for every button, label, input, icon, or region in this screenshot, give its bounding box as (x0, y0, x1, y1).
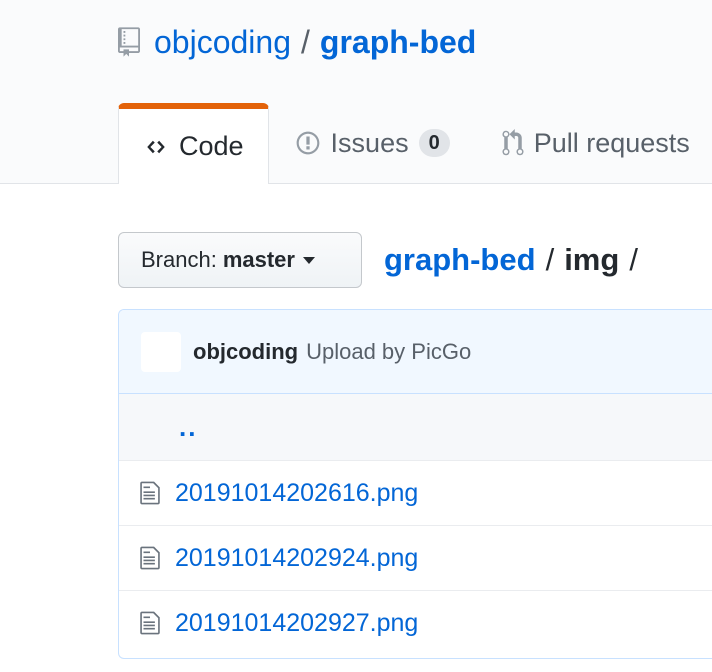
breadcrumb-current: img (564, 242, 620, 277)
parent-directory-link[interactable]: .. (179, 412, 197, 443)
breadcrumb: graph-bed / img / (384, 236, 648, 284)
parent-directory-row: .. (119, 394, 712, 460)
caret-down-icon (302, 256, 315, 264)
branch-name: master (222, 247, 295, 272)
file-icon (139, 609, 163, 637)
tab-pull-requests-label: Pull requests (533, 127, 690, 158)
repo-header: objcoding / graph-bed Code Issues 0 Pull… (0, 0, 712, 184)
tab-pull-requests[interactable]: Pull requests (476, 103, 712, 183)
repo-nav-tabs: Code Issues 0 Pull requests (118, 103, 712, 184)
table-row: 20191014202616.png (119, 460, 712, 525)
file-icon (139, 479, 163, 507)
tab-issues-label: Issues (330, 127, 409, 158)
repo-icon (118, 26, 142, 58)
breadcrumb-trailing-separator: / (629, 242, 638, 277)
issue-opened-icon (295, 130, 321, 156)
breadcrumb-separator: / (545, 242, 555, 277)
git-pull-request-icon (502, 129, 524, 157)
file-list: objcoding Upload by PicGo .. 20191014202… (118, 309, 712, 659)
commit-author-link[interactable]: objcoding (193, 339, 298, 365)
file-link[interactable]: 20191014202924.png (175, 544, 418, 573)
repo-name-link[interactable]: graph-bed (320, 24, 476, 61)
breadcrumb-root-link[interactable]: graph-bed (384, 242, 536, 278)
tab-code-label: Code (179, 131, 244, 161)
file-link[interactable]: 20191014202616.png (175, 479, 418, 508)
table-row: 20191014202927.png (119, 590, 712, 655)
issues-count-badge: 0 (418, 129, 450, 157)
branch-label: Branch: (141, 247, 217, 272)
commit-message[interactable]: Upload by PicGo (306, 339, 471, 365)
tab-code[interactable]: Code (118, 103, 269, 184)
tab-issues[interactable]: Issues 0 (269, 103, 476, 183)
branch-select-button[interactable]: Branch: master (118, 232, 362, 288)
repo-separator: / (301, 23, 310, 60)
latest-commit-bar: objcoding Upload by PicGo (119, 310, 712, 394)
code-icon (143, 137, 169, 157)
table-row: 20191014202924.png (119, 525, 712, 590)
repo-owner-link[interactable]: objcoding (154, 24, 291, 61)
repo-title: objcoding / graph-bed (118, 22, 476, 62)
file-link[interactable]: 20191014202927.png (175, 609, 418, 638)
file-icon (139, 544, 163, 572)
avatar[interactable] (141, 331, 181, 372)
